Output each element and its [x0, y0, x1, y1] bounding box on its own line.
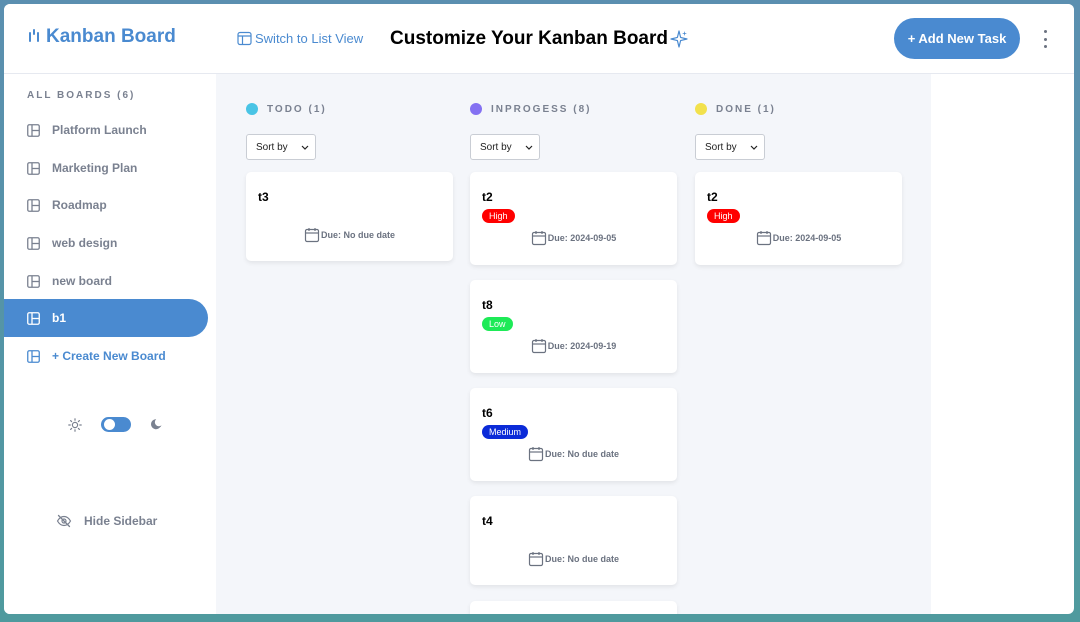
theme-toggle-group [68, 417, 163, 432]
task-title: t2 [482, 190, 493, 204]
priority-badge: High [707, 209, 740, 223]
sidebar-item-platform-launch[interactable]: Platform Launch [4, 111, 208, 149]
column-title: TODO (1) [267, 103, 327, 115]
sidebar-item-new-board[interactable]: new board [4, 262, 208, 300]
calendar-icon [756, 231, 771, 246]
sidebar-item-label: Marketing Plan [52, 161, 138, 175]
sort-by-select[interactable]: Sort by [246, 134, 316, 160]
task-due-text: Due: 2024-09-19 [547, 341, 617, 351]
eye-slash-icon [56, 514, 72, 528]
theme-toggle-switch[interactable] [101, 417, 131, 432]
task-due-text: Due: No due date [544, 554, 619, 564]
table-icon [237, 31, 252, 46]
page-title: Customize Your Kanban Board [390, 28, 688, 50]
sidebar-item-web-design[interactable]: web design [4, 224, 208, 262]
column-status-dot [695, 103, 707, 115]
task-card[interactable]: t2 High Due: 2024-09-05 [695, 172, 902, 265]
sort-by-select[interactable]: Sort by [695, 134, 765, 160]
column-title: INPROGESS (8) [491, 103, 592, 115]
board-area: TODO (1) Sort by t3 Due: No due date INP… [216, 74, 931, 614]
sort-by-select[interactable]: Sort by [470, 134, 540, 160]
logo-text: Kanban Board [46, 26, 176, 47]
column-header: DONE (1) [695, 103, 776, 115]
hide-sidebar-button[interactable]: Hide Sidebar [56, 514, 157, 528]
calendar-icon [528, 447, 544, 462]
task-card[interactable] [470, 601, 677, 614]
sidebar-item-marketing-plan[interactable]: Marketing Plan [4, 149, 208, 187]
switch-view-label: Switch to List View [255, 31, 364, 46]
board-icon [27, 274, 40, 288]
task-title: t2 [707, 190, 718, 204]
task-due: Due: No due date [470, 551, 677, 567]
task-due-text: Due: No due date [320, 230, 395, 240]
task-title: t6 [482, 406, 493, 420]
more-vertical-icon[interactable] [1040, 30, 1050, 48]
board-icon [27, 123, 40, 137]
hide-sidebar-label: Hide Sidebar [84, 514, 158, 528]
task-title: t4 [482, 514, 493, 528]
priority-badge: Low [482, 317, 513, 331]
task-title: t3 [258, 190, 269, 204]
sort-by-label: Sort by [480, 141, 512, 153]
task-due: Due: No due date [470, 446, 677, 462]
create-board-label: + Create New Board [52, 349, 166, 363]
column-header: TODO (1) [246, 103, 327, 115]
task-due-text: Due: 2024-09-05 [547, 233, 617, 243]
create-new-board-button[interactable]: + Create New Board [4, 337, 208, 375]
sidebar: ALL BOARDS (6) Platform Launch Marketing… [4, 74, 216, 614]
logo-icon [28, 28, 42, 46]
sun-icon [68, 417, 82, 432]
add-new-task-button[interactable]: + Add New Task [894, 18, 1020, 59]
calendar-icon [531, 339, 546, 354]
board-icon [27, 198, 40, 212]
priority-badge: High [482, 209, 515, 223]
task-due-text: Due: No due date [544, 449, 619, 459]
sidebar-item-label: web design [52, 236, 118, 250]
sidebar-item-label: new board [52, 274, 113, 288]
header: Kanban Board Switch to List View Customi… [4, 4, 1074, 74]
task-due: Due: 2024-09-05 [470, 230, 677, 246]
sidebar-item-label: Roadmap [52, 198, 107, 212]
switch-to-list-view-button[interactable]: Switch to List View [237, 31, 363, 46]
board-icon [27, 311, 40, 325]
column-status-dot [470, 103, 482, 115]
sidebar-item-b1[interactable]: b1 [4, 299, 208, 337]
sidebar-item-label: Platform Launch [52, 123, 147, 137]
column-status-dot [246, 103, 258, 115]
column-header: INPROGESS (8) [470, 103, 591, 115]
sort-by-label: Sort by [256, 141, 288, 153]
board-icon [27, 161, 40, 175]
task-title: t8 [482, 298, 493, 312]
task-due: Due: 2024-09-19 [470, 338, 677, 354]
page-title-text: Customize Your Kanban Board [390, 28, 668, 49]
task-card[interactable]: t4 Due: No due date [470, 496, 677, 585]
sidebar-item-label: b1 [52, 311, 67, 325]
task-due: Due: No due date [246, 227, 453, 243]
task-card[interactable]: t8 Low Due: 2024-09-19 [470, 280, 677, 373]
task-due: Due: 2024-09-05 [695, 230, 902, 246]
sparkle-icon [670, 30, 688, 48]
task-card[interactable]: t6 Medium Due: No due date [470, 388, 677, 481]
calendar-icon [531, 231, 546, 246]
board-icon [27, 349, 40, 363]
task-due-text: Due: 2024-09-05 [772, 233, 842, 243]
calendar-icon [528, 552, 544, 567]
board-icon [27, 236, 40, 250]
sidebar-item-roadmap[interactable]: Roadmap [4, 186, 208, 224]
task-card[interactable]: t2 High Due: 2024-09-05 [470, 172, 677, 265]
sort-by-label: Sort by [705, 141, 737, 153]
app-window: Kanban Board Switch to List View Customi… [4, 4, 1074, 614]
all-boards-label: ALL BOARDS (6) [27, 90, 136, 101]
chevron-down-icon [750, 145, 758, 150]
priority-badge: Medium [482, 425, 529, 439]
chevron-down-icon [301, 145, 309, 150]
chevron-down-icon [525, 145, 533, 150]
calendar-icon [304, 228, 320, 243]
logo: Kanban Board [28, 26, 176, 48]
task-card[interactable]: t3 Due: No due date [246, 172, 453, 261]
moon-icon [151, 419, 162, 430]
column-title: DONE (1) [716, 103, 776, 115]
